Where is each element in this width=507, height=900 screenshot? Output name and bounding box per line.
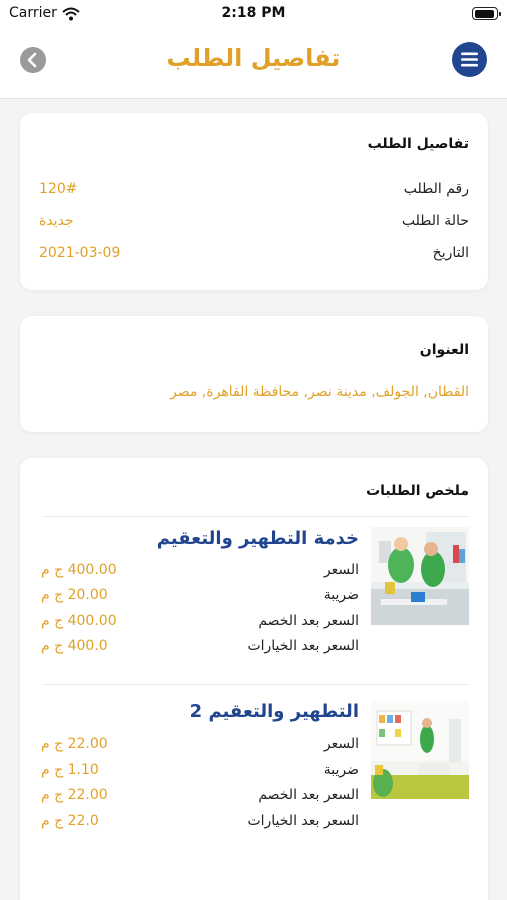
order-number-label: رقم الطلب bbox=[403, 181, 469, 197]
order-details-card: تفاصيل الطلب رقم الطلب 120# حالة الطلب ج… bbox=[20, 113, 488, 290]
hamburger-menu-icon bbox=[461, 52, 478, 67]
order-status-value: جديدة bbox=[39, 213, 74, 229]
discounted-price-label: السعر بعد الخصم bbox=[258, 613, 359, 629]
divider bbox=[43, 684, 469, 685]
service-image bbox=[371, 701, 469, 799]
address-card: العنوان القطان, الجولف, مدينة نصر, محافظ… bbox=[20, 316, 488, 432]
options-price-label: السعر بعد الخيارات bbox=[247, 813, 359, 829]
nav-bar: تفاصيل الطلب bbox=[0, 28, 507, 99]
service-image bbox=[371, 527, 469, 625]
price-value: 22.00 ج م bbox=[41, 736, 108, 752]
order-date-value: 2021-03-09 bbox=[39, 245, 121, 261]
price-label: السعر bbox=[323, 562, 359, 578]
order-date-label: التاريخ bbox=[432, 245, 469, 261]
order-status-label: حالة الطلب bbox=[401, 213, 469, 229]
address-title: العنوان bbox=[419, 342, 469, 358]
discounted-price-value: 400.00 ج م bbox=[41, 613, 117, 629]
price-label: السعر bbox=[323, 736, 359, 752]
order-details-title: تفاصيل الطلب bbox=[367, 136, 469, 152]
clock: 2:18 PM bbox=[221, 5, 286, 21]
service-title: خدمة التطهير والتعقيم bbox=[156, 528, 359, 549]
discounted-price-value: 22.00 ج م bbox=[41, 787, 108, 803]
status-bar: Carrier 2:18 PM bbox=[0, 0, 507, 28]
options-price-value: 400.0 ج م bbox=[41, 638, 108, 654]
options-price-value: 22.0 ج م bbox=[41, 813, 99, 829]
battery-icon bbox=[472, 7, 501, 20]
tax-label: ضريبة bbox=[323, 762, 359, 778]
discounted-price-label: السعر بعد الخصم bbox=[258, 787, 359, 803]
service-title: التطهير والتعقيم 2 bbox=[189, 701, 359, 722]
menu-button[interactable] bbox=[452, 42, 487, 77]
order-number-value: 120# bbox=[39, 181, 78, 197]
order-summary-card: ملخص الطلبات خدمة التطهير والتعقيم السعر… bbox=[20, 458, 488, 900]
page-title: تفاصيل الطلب bbox=[166, 44, 341, 72]
price-value: 400.00 ج م bbox=[41, 562, 117, 578]
divider bbox=[43, 516, 469, 517]
tax-value: 1.10 ج م bbox=[41, 762, 99, 778]
options-price-label: السعر بعد الخيارات bbox=[247, 638, 359, 654]
address-text: القطان, الجولف, مدينة نصر, محافظة القاهر… bbox=[170, 384, 469, 400]
tax-label: ضريبة bbox=[323, 587, 359, 603]
tax-value: 20.00 ج م bbox=[41, 587, 108, 603]
summary-title: ملخص الطلبات bbox=[366, 483, 469, 499]
